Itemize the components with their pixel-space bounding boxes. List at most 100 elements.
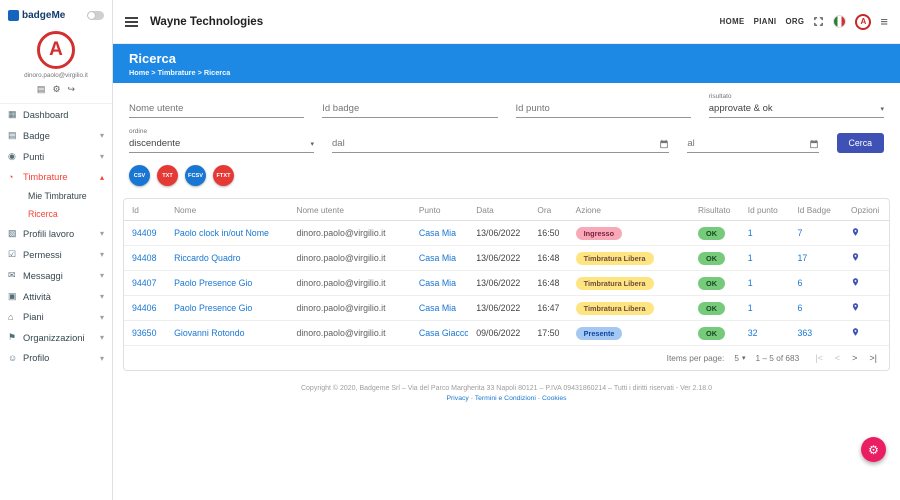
topbar: Wayne Technologies HOME PIANI ORG A ≡ bbox=[113, 0, 900, 44]
termini-link[interactable]: Termini e Condizioni bbox=[475, 395, 536, 402]
sidebar-item-punti[interactable]: ◉ Punti ▾ bbox=[0, 146, 112, 167]
row-data: 13/06/2022 bbox=[468, 270, 530, 296]
column-header-ora: Ora bbox=[529, 199, 568, 221]
row-punto-link[interactable]: Casa Mia bbox=[419, 253, 456, 263]
results-table: Id Nome Nome utente Punto Data Ora Azione Risul… bbox=[124, 199, 889, 346]
ordine-label: ordine bbox=[129, 128, 148, 135]
map-pin-icon[interactable] bbox=[851, 251, 860, 263]
row-ora: 16:50 bbox=[529, 220, 568, 246]
table-row: 94407 Paolo Presence Gio dinoro.paolo@vi… bbox=[124, 270, 889, 296]
row-id-badge-link[interactable]: 7 bbox=[797, 228, 802, 238]
topbar-link-home[interactable]: HOME bbox=[720, 17, 745, 26]
pagination-first-icon[interactable]: |< bbox=[815, 353, 823, 363]
row-azione-chip: Timbratura Libera bbox=[575, 301, 654, 315]
chevron-icon: ▾ bbox=[99, 131, 104, 140]
pagination-prev-icon[interactable]: < bbox=[835, 353, 840, 363]
sidebar-item-badge[interactable]: ▤ Badge ▾ bbox=[0, 125, 112, 146]
row-id-punto-link[interactable]: 32 bbox=[748, 328, 758, 338]
sidebar-item-dashboard[interactable]: ▦ Dashboard bbox=[0, 104, 112, 125]
table-row: 93650 Giovanni Rotondo dinoro.paolo@virg… bbox=[124, 320, 889, 346]
row-id-punto-link[interactable]: 1 bbox=[748, 253, 753, 263]
row-nome-link[interactable]: Riccardo Quadro bbox=[174, 253, 241, 263]
sidebar-item-organizzazioni[interactable]: ⚑ Organizzazioni ▾ bbox=[0, 327, 112, 348]
user-avatar[interactable]: A bbox=[37, 31, 75, 69]
topbar-right: HOME PIANI ORG A ≡ bbox=[720, 13, 888, 30]
row-punto-link[interactable]: Casa Giacco bbox=[419, 328, 468, 338]
sidebar-item-profilo[interactable]: ☺ Profilo ▾ bbox=[0, 348, 112, 368]
row-id-link[interactable]: 93650 bbox=[132, 328, 156, 338]
row-nome-link[interactable]: Paolo Presence Gio bbox=[174, 278, 252, 288]
settings-icon[interactable]: ⚙ bbox=[52, 84, 60, 95]
pagination: Items per page: 5 ▾ 1 – 5 of 683 |< < > … bbox=[124, 346, 889, 370]
flag-icon: ⚑ bbox=[8, 332, 17, 342]
export-csv-button[interactable]: CSV bbox=[129, 165, 150, 186]
user-email: dinoro.paolo@virgilio.it bbox=[24, 72, 88, 79]
map-pin-icon[interactable] bbox=[851, 226, 860, 238]
language-flag-icon[interactable] bbox=[833, 15, 847, 28]
fullscreen-icon[interactable] bbox=[813, 16, 824, 27]
badge-card-icon[interactable]: ▤ bbox=[37, 84, 46, 95]
row-id-badge-link[interactable]: 363 bbox=[797, 328, 812, 338]
row-ora: 16:47 bbox=[529, 295, 568, 321]
map-pin-icon[interactable] bbox=[851, 276, 860, 288]
row-punto-link[interactable]: Casa Mia bbox=[419, 228, 456, 238]
account-avatar[interactable]: A bbox=[855, 13, 872, 30]
calendar-icon[interactable] bbox=[659, 139, 669, 149]
sidebar-item-timbrature[interactable]: ◔ Timbrature ▴ bbox=[0, 167, 112, 187]
map-pin-icon[interactable] bbox=[851, 326, 860, 338]
pagination-next-icon[interactable]: > bbox=[852, 353, 857, 363]
export-ftxt-button[interactable]: FTXT bbox=[213, 165, 234, 186]
pagination-range: 1 – 5 of 683 bbox=[755, 353, 800, 363]
sidebar-item-piani[interactable]: ⌂ Piani ▾ bbox=[0, 307, 112, 327]
logout-icon[interactable]: ↪ bbox=[68, 84, 76, 95]
list-menu-icon[interactable]: ≡ bbox=[880, 14, 888, 29]
app-logo: badgeMe bbox=[8, 10, 65, 21]
row-nome-link[interactable]: Paolo Presence Gio bbox=[174, 303, 252, 313]
sidebar-collapse-toggle[interactable] bbox=[87, 11, 104, 20]
row-id-link[interactable]: 94406 bbox=[132, 303, 156, 313]
row-nome-link[interactable]: Paolo clock in/out Nome bbox=[174, 228, 269, 238]
dal-date-input[interactable] bbox=[332, 135, 660, 152]
row-id-punto-link[interactable]: 1 bbox=[748, 278, 753, 288]
map-pin-icon[interactable] bbox=[851, 301, 860, 313]
row-id-punto-link[interactable]: 1 bbox=[748, 303, 753, 313]
nome-utente-input[interactable] bbox=[129, 100, 305, 118]
privacy-link[interactable]: Privacy bbox=[446, 395, 468, 402]
row-id-link[interactable]: 94408 bbox=[132, 253, 156, 263]
row-id-punto-link[interactable]: 1 bbox=[748, 228, 753, 238]
row-id-badge-link[interactable]: 6 bbox=[797, 303, 802, 313]
row-punto-link[interactable]: Casa Mia bbox=[419, 303, 456, 313]
sidebar-subitem-ricerca[interactable]: Ricerca bbox=[0, 205, 112, 223]
hamburger-menu-icon[interactable] bbox=[125, 16, 138, 27]
al-date-input[interactable] bbox=[687, 135, 809, 152]
calendar-icon[interactable] bbox=[809, 139, 819, 149]
row-id-badge-link[interactable]: 6 bbox=[797, 278, 802, 288]
id-punto-input[interactable] bbox=[515, 100, 691, 118]
sidebar-item-permessi[interactable]: ☑ Permessi ▾ bbox=[0, 244, 112, 265]
export-fcsv-button[interactable]: FCSV bbox=[185, 165, 206, 186]
id-badge-input[interactable] bbox=[322, 100, 498, 118]
sidebar-item-messaggi[interactable]: ✉ Messaggi ▾ bbox=[0, 265, 112, 286]
topbar-link-org[interactable]: ORG bbox=[785, 17, 804, 26]
settings-fab[interactable]: ⚙ bbox=[861, 437, 886, 462]
row-nome-link[interactable]: Giovanni Rotondo bbox=[174, 328, 244, 338]
cerca-button[interactable]: Cerca bbox=[836, 133, 884, 153]
sidebar-item-attivit-[interactable]: ▣ Attività ▾ bbox=[0, 286, 112, 307]
column-header-azione: Azione bbox=[567, 199, 691, 221]
table-row: 94408 Riccardo Quadro dinoro.paolo@virgi… bbox=[124, 245, 889, 271]
row-id-link[interactable]: 94407 bbox=[132, 278, 156, 288]
cookies-link[interactable]: Cookies bbox=[542, 395, 567, 402]
pagination-last-icon[interactable]: >| bbox=[869, 353, 877, 363]
items-per-page-select[interactable]: 5 ▾ bbox=[734, 353, 745, 363]
ordine-select[interactable]: discendente ▾ bbox=[129, 136, 314, 153]
row-punto-link[interactable]: Casa Mia bbox=[419, 278, 456, 288]
topbar-link-piani[interactable]: PIANI bbox=[754, 17, 777, 26]
sidebar-subitem-mie-timbrature[interactable]: Mie Timbrature bbox=[0, 187, 112, 205]
logo-text: badgeMe bbox=[22, 10, 66, 21]
row-id-link[interactable]: 94409 bbox=[132, 228, 156, 238]
row-id-badge-link[interactable]: 17 bbox=[797, 253, 807, 263]
sidebar-item-profili-lavoro[interactable]: ▧ Profili lavoro ▾ bbox=[0, 223, 112, 244]
sidebar-menu: ▦ Dashboard ▤ Badge ▾ ◉ Punti ▾ ◔ Timbra… bbox=[0, 103, 112, 368]
export-txt-button[interactable]: TXT bbox=[157, 165, 178, 186]
risultato-select[interactable]: approvate & ok ▾ bbox=[708, 101, 884, 118]
